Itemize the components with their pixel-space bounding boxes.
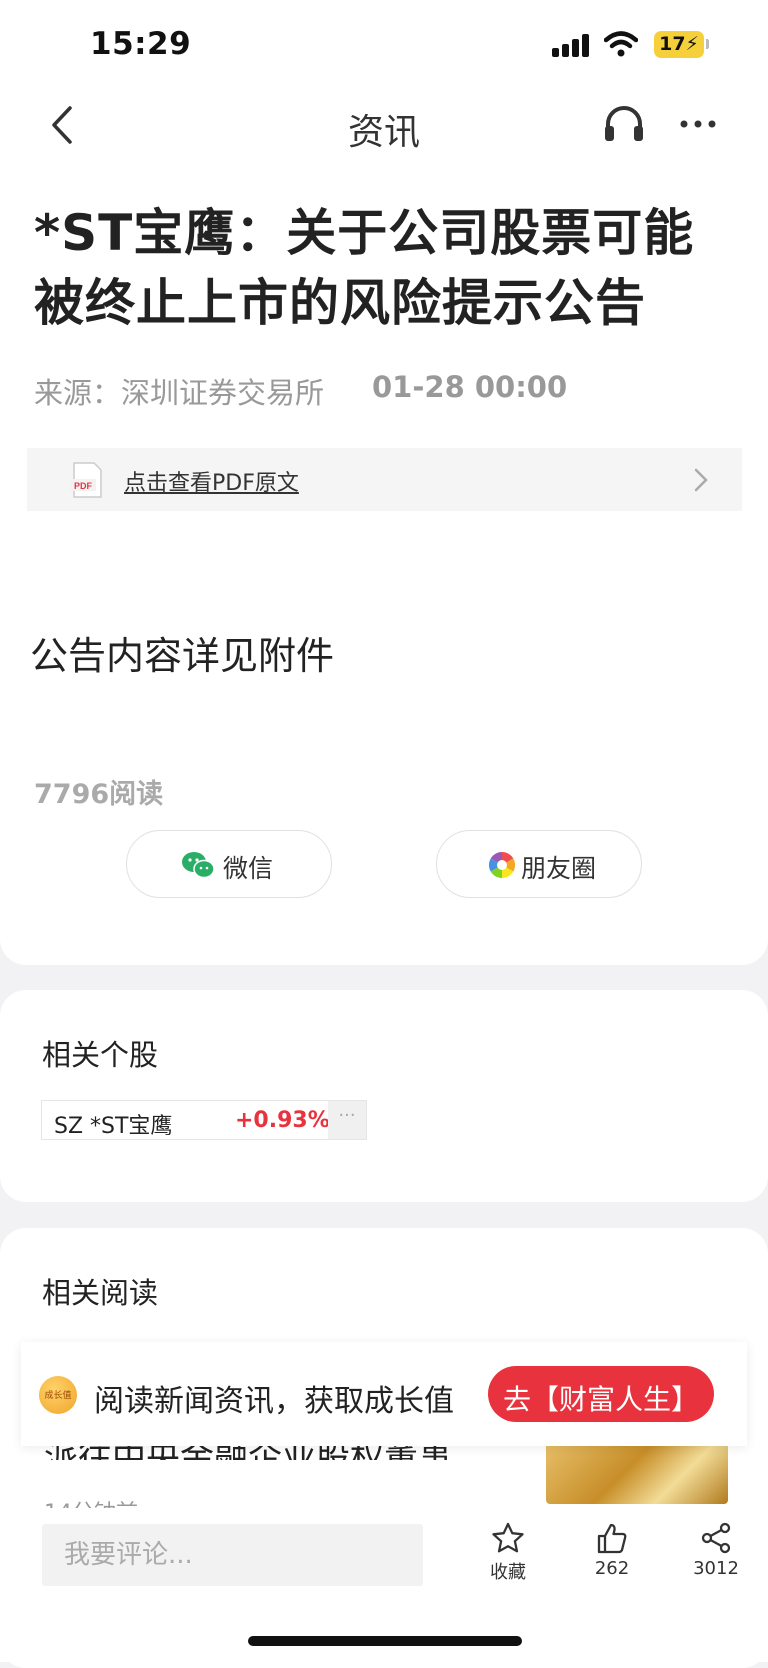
share-moments-label: 朋友圈: [521, 854, 597, 883]
like-count: 262: [594, 1558, 630, 1579]
growth-banner-text: 阅读新闻资讯，获取成长值: [94, 1384, 454, 1419]
battery-level: 17: [659, 33, 686, 55]
reading-item-thumbnail[interactable]: [546, 1440, 728, 1504]
chevron-right-icon: [694, 468, 708, 492]
wifi-icon: [604, 31, 638, 57]
pdf-file-icon: PDF: [70, 462, 102, 498]
battery-cap: [706, 39, 709, 49]
stock-more-button[interactable]: ···: [328, 1101, 366, 1139]
article-source: 来源：深圳证券交易所: [34, 376, 325, 410]
home-indicator[interactable]: [248, 1636, 522, 1646]
page-title: 资讯: [347, 112, 420, 153]
related-reading-title: 相关阅读: [42, 1276, 159, 1310]
status-time: 15:29: [90, 26, 192, 62]
more-options-icon[interactable]: [676, 104, 720, 144]
comment-input[interactable]: [42, 1524, 423, 1586]
share-icon: [701, 1522, 731, 1554]
stock-name: SZ *ST宝鹰: [54, 1114, 173, 1139]
like-button[interactable]: 262: [572, 1522, 652, 1579]
wealth-life-button-label: 去【财富人生】: [502, 1383, 699, 1416]
stock-change: +0.93%: [235, 1108, 330, 1133]
thumbs-up-icon: [597, 1523, 627, 1554]
share-moments-button[interactable]: 朋友圈: [436, 830, 642, 898]
related-stocks-card: [0, 990, 768, 1202]
read-count: 7796阅读: [34, 779, 164, 810]
cellular-signal-icon: [552, 33, 592, 57]
battery-icon: 17⚡: [654, 31, 704, 58]
article-title: *ST宝鹰：关于公司股票可能被终止上市的风险提示公告: [34, 204, 695, 332]
growth-badge-label: 成长值: [44, 1391, 72, 1401]
wealth-life-button[interactable]: 去【财富人生】: [488, 1366, 714, 1422]
article-content: 公告内容详见附件: [30, 634, 335, 678]
pdf-link-text[interactable]: 点击查看PDF原文: [124, 465, 299, 497]
share-wechat-button[interactable]: 微信: [126, 830, 332, 898]
related-stocks-title: 相关个股: [42, 1038, 159, 1072]
headset-icon[interactable]: [602, 102, 646, 146]
favorite-button[interactable]: 收藏: [468, 1522, 548, 1584]
growth-value-icon: 成长值: [39, 1376, 77, 1414]
svg-text:PDF: PDF: [74, 481, 93, 491]
share-button[interactable]: 3012: [676, 1522, 756, 1579]
star-icon: [492, 1522, 524, 1553]
wechat-icon: [182, 852, 215, 879]
favorite-label: 收藏: [490, 1562, 526, 1583]
share-count: 3012: [693, 1558, 739, 1579]
article-time: 01-28 00:00: [372, 370, 568, 404]
share-wechat-label: 微信: [223, 854, 274, 883]
moments-icon: [488, 851, 516, 879]
stock-chip[interactable]: SZ *ST宝鹰 +0.93% ···: [41, 1100, 367, 1140]
